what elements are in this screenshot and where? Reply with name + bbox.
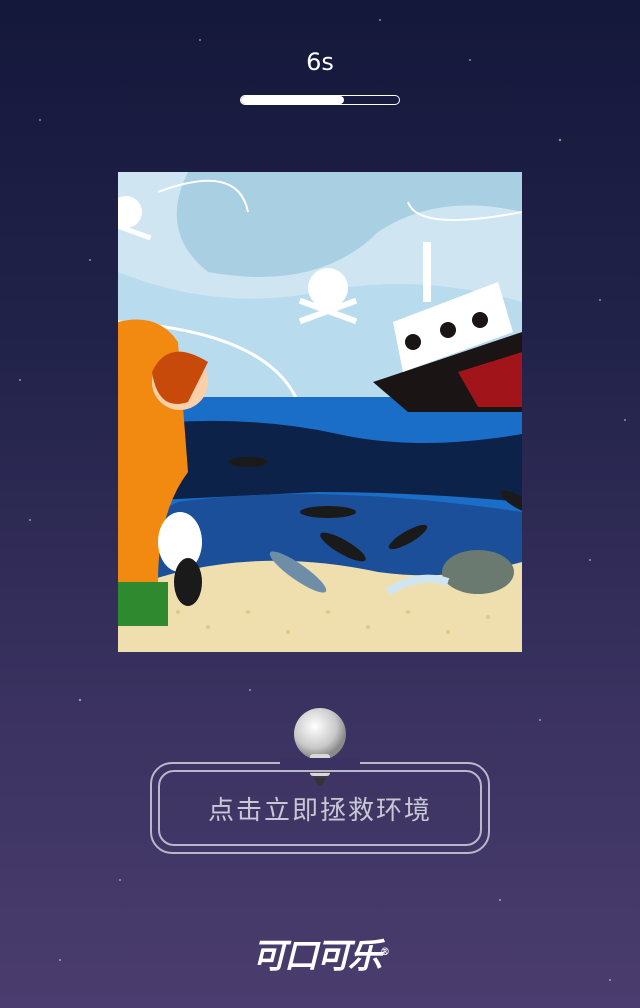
registered-mark: ® [380,947,390,958]
countdown-timer: 6s [306,48,334,76]
progress-bar [240,95,400,105]
oil-spill-illustration [118,172,522,652]
coca-cola-logo: 可口可乐® [250,928,390,978]
logo-text: 可口可乐 [252,936,382,977]
rescue-environment-button[interactable]: 点击立即拯救环境 [158,770,482,846]
progress-fill [241,96,344,104]
